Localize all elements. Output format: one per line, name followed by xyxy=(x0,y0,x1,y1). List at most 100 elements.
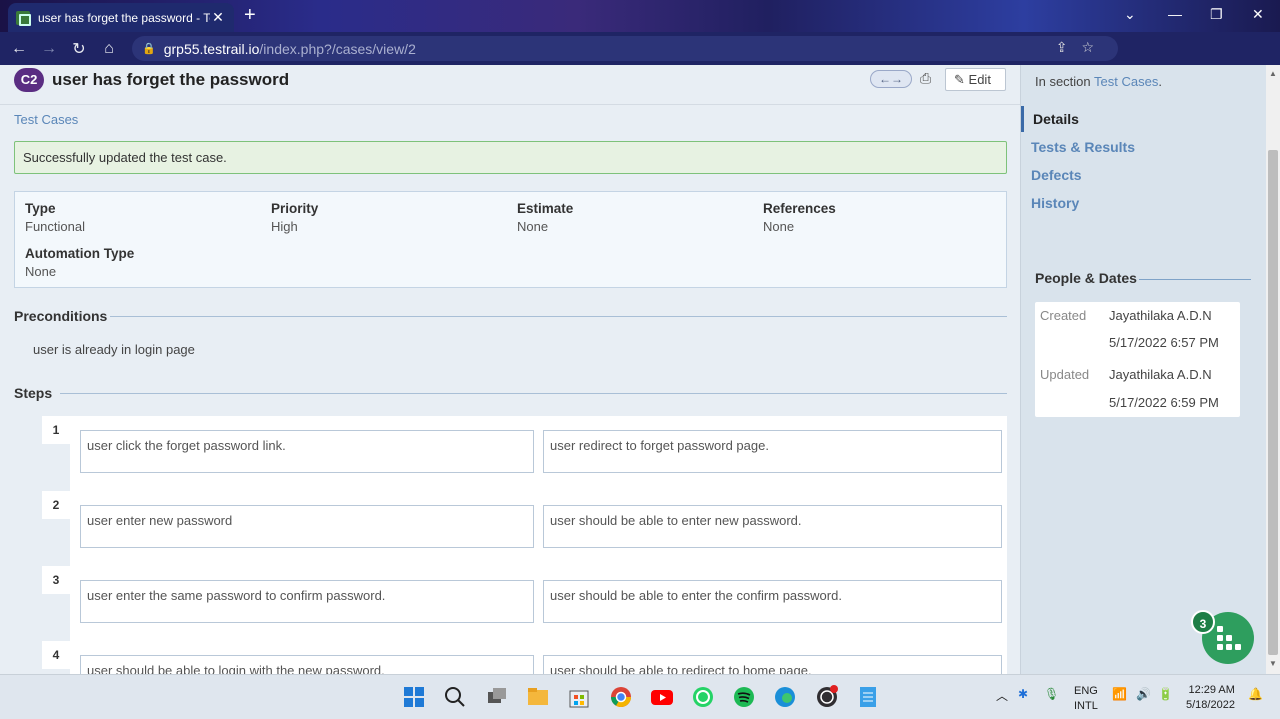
divider xyxy=(60,393,1007,394)
reload-icon[interactable]: ↻ xyxy=(64,39,94,59)
step-number: 3 xyxy=(42,566,70,594)
battery-icon[interactable]: 🔋 xyxy=(1158,687,1173,701)
lock-icon[interactable]: 🔒 xyxy=(142,42,156,55)
restore-icon[interactable]: ❐ xyxy=(1210,6,1223,23)
spotify-icon[interactable] xyxy=(732,685,756,709)
step-action[interactable]: user should be able to login with the ne… xyxy=(80,655,534,674)
in-section-prefix: In section xyxy=(1035,74,1091,89)
wifi-icon[interactable]: 📶 xyxy=(1112,687,1127,701)
updated-at: 5/17/2022 6:59 PM xyxy=(1109,395,1219,410)
prev-next-arrows-icon[interactable]: ←→ xyxy=(870,70,912,88)
search-icon[interactable] xyxy=(443,685,467,709)
property-label: Estimate xyxy=(517,201,574,216)
keyboard-layout: INTL xyxy=(1074,700,1098,712)
case-header: C2 user has forget the password ←→ ⎙ ✎ E… xyxy=(0,65,1020,105)
youtube-icon[interactable] xyxy=(650,685,674,709)
address-bar[interactable]: 🔒 grp55.testrail.io/index.php?/cases/vie… xyxy=(132,36,1118,61)
pencil-icon: ✎ xyxy=(954,72,965,87)
steps-list: 1 user click the forget password link. u… xyxy=(42,416,1007,674)
updated-by: Jayathilaka A.D.N xyxy=(1109,367,1212,382)
store-icon[interactable] xyxy=(567,685,591,709)
sidebar-item-history[interactable]: History xyxy=(1021,190,1261,216)
step-action[interactable]: user enter new password xyxy=(80,505,534,548)
in-section-suffix: . xyxy=(1158,74,1162,89)
volume-icon[interactable]: 🔊 xyxy=(1136,687,1151,701)
created-label: Created xyxy=(1040,308,1087,323)
divider xyxy=(110,316,1007,317)
created-by: Jayathilaka A.D.N xyxy=(1109,308,1212,323)
updated-label: Updated xyxy=(1040,367,1090,382)
step-number: 2 xyxy=(42,491,70,519)
minimize-icon[interactable]: — xyxy=(1168,6,1182,22)
system-clock[interactable]: 12:29 AM 5/18/2022 xyxy=(1186,683,1235,713)
step-action[interactable]: user enter the same password to confirm … xyxy=(80,580,534,623)
tab-title: user has forget the password - Te xyxy=(38,10,210,25)
sidebar: In section Test Cases. Details Tests & R… xyxy=(1020,65,1266,674)
edge-icon[interactable] xyxy=(773,685,797,709)
step-expected[interactable]: user should be able to enter new passwor… xyxy=(543,505,1002,548)
step-expected[interactable]: user should be able to enter the confirm… xyxy=(543,580,1002,623)
language-indicator[interactable]: ENG INTL xyxy=(1074,684,1098,714)
browser-tab-bar: user has forget the password - Te ✕ + ⌄ … xyxy=(0,0,1280,32)
print-icon[interactable]: ⎙ xyxy=(920,70,931,87)
edit-button[interactable]: ✎ Edit xyxy=(945,68,1006,91)
steps-heading: Steps xyxy=(14,385,53,401)
step-expected[interactable]: user redirect to forget password page. xyxy=(543,430,1002,473)
chevron-down-icon[interactable]: ⌄ xyxy=(1124,6,1136,23)
obs-icon[interactable] xyxy=(815,685,839,709)
case-properties: Type Functional Priority High Estimate N… xyxy=(14,191,1007,288)
in-section-link[interactable]: Test Cases xyxy=(1094,74,1158,89)
people-dates-heading: People & Dates xyxy=(1035,270,1137,286)
scroll-down-icon[interactable]: ▼ xyxy=(1269,659,1277,668)
in-section-text: In section Test Cases. xyxy=(1035,74,1162,89)
scroll-up-icon[interactable]: ▲ xyxy=(1269,69,1277,78)
sidebar-item-tests-results[interactable]: Tests & Results xyxy=(1021,134,1261,160)
step-number: 4 xyxy=(42,641,70,669)
property-value: High xyxy=(271,219,298,234)
windows-start-icon[interactable] xyxy=(402,685,426,709)
microphone-icon[interactable]: 🎙 xyxy=(1044,687,1059,701)
new-tab-icon[interactable]: + xyxy=(244,5,256,25)
step-expected[interactable]: user should be able to redirect to home … xyxy=(543,655,1002,674)
close-tab-icon[interactable]: ✕ xyxy=(210,9,226,26)
chrome-icon[interactable] xyxy=(609,685,633,709)
property-type: Type Functional xyxy=(25,201,85,234)
sidebar-item-defects[interactable]: Defects xyxy=(1021,162,1261,188)
divider xyxy=(1139,279,1251,280)
bluetooth-icon[interactable]: ✱ xyxy=(1018,687,1028,701)
property-value: None xyxy=(25,264,57,279)
property-estimate: Estimate None xyxy=(517,201,573,234)
whatsapp-icon[interactable] xyxy=(691,685,715,709)
notepad-icon[interactable] xyxy=(856,685,880,709)
close-window-icon[interactable]: ✕ xyxy=(1252,6,1264,23)
share-star-icons[interactable]: ⇪☆ xyxy=(1056,39,1108,56)
property-value: None xyxy=(517,219,549,234)
edit-label: Edit xyxy=(968,72,991,87)
page-scrollbar[interactable]: ▲ ▼ xyxy=(1266,65,1280,674)
property-references: References None xyxy=(763,201,836,234)
property-priority: Priority High xyxy=(271,201,318,234)
forward-icon[interactable]: → xyxy=(34,40,64,58)
sidebar-item-details[interactable]: Details xyxy=(1021,106,1261,132)
case-id-badge: C2 xyxy=(14,68,44,92)
property-label: References xyxy=(763,201,836,216)
property-label: Automation Type xyxy=(25,246,135,261)
property-label: Type xyxy=(25,201,56,216)
task-view-icon[interactable] xyxy=(485,685,509,709)
breadcrumb[interactable]: Test Cases xyxy=(14,112,78,127)
notification-icon[interactable]: 🔔 xyxy=(1248,687,1263,701)
property-label: Priority xyxy=(271,201,319,216)
back-icon[interactable]: ← xyxy=(4,40,34,58)
notification-count-badge: 3 xyxy=(1191,610,1215,634)
browser-tab[interactable]: user has forget the password - Te ✕ xyxy=(8,3,234,32)
step-action[interactable]: user click the forget password link. xyxy=(80,430,534,473)
scrollbar-thumb[interactable] xyxy=(1268,150,1278,655)
created-at: 5/17/2022 6:57 PM xyxy=(1109,335,1219,350)
file-explorer-icon[interactable] xyxy=(526,685,550,709)
clock-date: 5/18/2022 xyxy=(1186,699,1235,711)
preconditions-heading: Preconditions xyxy=(14,308,108,324)
property-value: Functional xyxy=(25,219,85,234)
chevron-up-icon[interactable]: ︿ xyxy=(996,687,1008,704)
home-icon[interactable]: ⌂ xyxy=(94,40,124,58)
language-code: ENG xyxy=(1074,685,1098,697)
